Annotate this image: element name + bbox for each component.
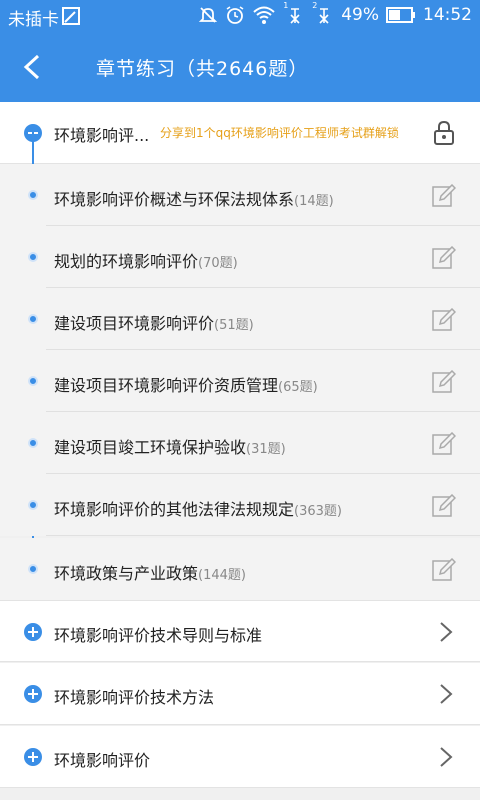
- section-item[interactable]: 规划的环境影响评价(70题): [0, 226, 480, 288]
- timeline-dot: [28, 564, 38, 574]
- section-name: 建设项目环境影响评价资质管理: [54, 376, 279, 395]
- clock-time: 14:52: [423, 5, 472, 25]
- share-unlock-text[interactable]: 分享到1个qq环境影响评价工程师考试群解锁: [160, 124, 399, 141]
- page-title: 章节练习（共2646题）: [96, 58, 309, 80]
- wifi-icon: [253, 6, 275, 24]
- section-name: 环境影响评价概述与环保法规体系: [54, 190, 295, 209]
- battery-icon: [386, 7, 415, 23]
- battery-percent: 49%: [341, 5, 379, 25]
- back-icon[interactable]: [18, 52, 48, 82]
- section-name: 建设项目竣工环境保护验收: [54, 438, 247, 457]
- signal-2-icon: 2: [312, 1, 334, 25]
- section-count: (70题): [198, 256, 238, 271]
- section-item[interactable]: 建设项目环境影响评价资质管理(65题): [0, 350, 480, 412]
- timeline-dot: [28, 376, 38, 386]
- section-name: 环境政策与产业政策: [54, 564, 199, 583]
- timeline-dot: [28, 438, 38, 448]
- chapter-row[interactable]: 环境影响评价技术导则与标准: [0, 600, 480, 662]
- section-count: (144题): [198, 568, 246, 583]
- edit-icon[interactable]: [432, 558, 456, 582]
- expand-icon[interactable]: [24, 748, 42, 766]
- section-item[interactable]: 环境政策与产业政策(144题): [0, 538, 480, 600]
- timeline-dot: [28, 190, 38, 200]
- chapter-label: 环境影响评...: [54, 126, 150, 145]
- alarm-icon: [226, 6, 244, 24]
- carrier-text: 未插卡: [8, 10, 59, 30]
- mute-icon: [199, 7, 218, 23]
- edit-icon[interactable]: [432, 308, 456, 332]
- chapter-row[interactable]: 环境影响评价技术方法: [0, 663, 480, 725]
- chevron-right-icon: [440, 622, 453, 642]
- section-item[interactable]: 环境影响评价概述与环保法规体系(14题): [0, 164, 480, 226]
- chapter-label: 环境影响评价技术导则与标准: [54, 626, 263, 645]
- expand-icon[interactable]: [24, 685, 42, 703]
- section-name: 环境影响评价的其他法律法规规定: [54, 500, 295, 519]
- section-item[interactable]: 环境影响评价的其他法律法规规定(363题): [0, 474, 480, 536]
- chapter-label: 环境影响评价: [54, 751, 151, 770]
- section-count: (363题): [294, 504, 342, 519]
- status-bar: 未插卡 1 2 49% 14:52: [0, 0, 480, 32]
- timeline-dot: [28, 314, 38, 324]
- section-count: (51题): [214, 318, 254, 333]
- expand-icon[interactable]: [24, 623, 42, 641]
- chapter-row-expanded[interactable]: 环境影响评... 分享到1个qq环境影响评价工程师考试群解锁: [0, 102, 480, 164]
- section-name: 规划的环境影响评价: [54, 252, 199, 271]
- section-item[interactable]: 建设项目环境影响评价(51题): [0, 288, 480, 350]
- edit-icon[interactable]: [432, 370, 456, 394]
- section-count: (14题): [294, 194, 334, 209]
- timeline-dot: [28, 500, 38, 510]
- section-count: (31题): [246, 442, 286, 457]
- chapter-row[interactable]: 环境影响评价: [0, 726, 480, 788]
- chevron-right-icon: [440, 747, 453, 767]
- edit-icon[interactable]: [432, 184, 456, 208]
- timeline-dot: [28, 252, 38, 262]
- app-bar: 章节练习（共2646题）: [0, 32, 480, 102]
- signal-1-icon: 1: [283, 1, 305, 25]
- image-icon: [62, 7, 80, 25]
- chapter-label: 环境影响评价技术方法: [54, 688, 215, 707]
- chevron-right-icon: [440, 684, 453, 704]
- section-item[interactable]: 建设项目竣工环境保护验收(31题): [0, 412, 480, 474]
- edit-icon[interactable]: [432, 432, 456, 456]
- edit-icon[interactable]: [432, 246, 456, 270]
- edit-icon[interactable]: [432, 494, 456, 518]
- section-name: 建设项目环境影响评价: [54, 314, 215, 333]
- lock-icon[interactable]: [433, 120, 455, 146]
- section-count: (65题): [278, 380, 318, 395]
